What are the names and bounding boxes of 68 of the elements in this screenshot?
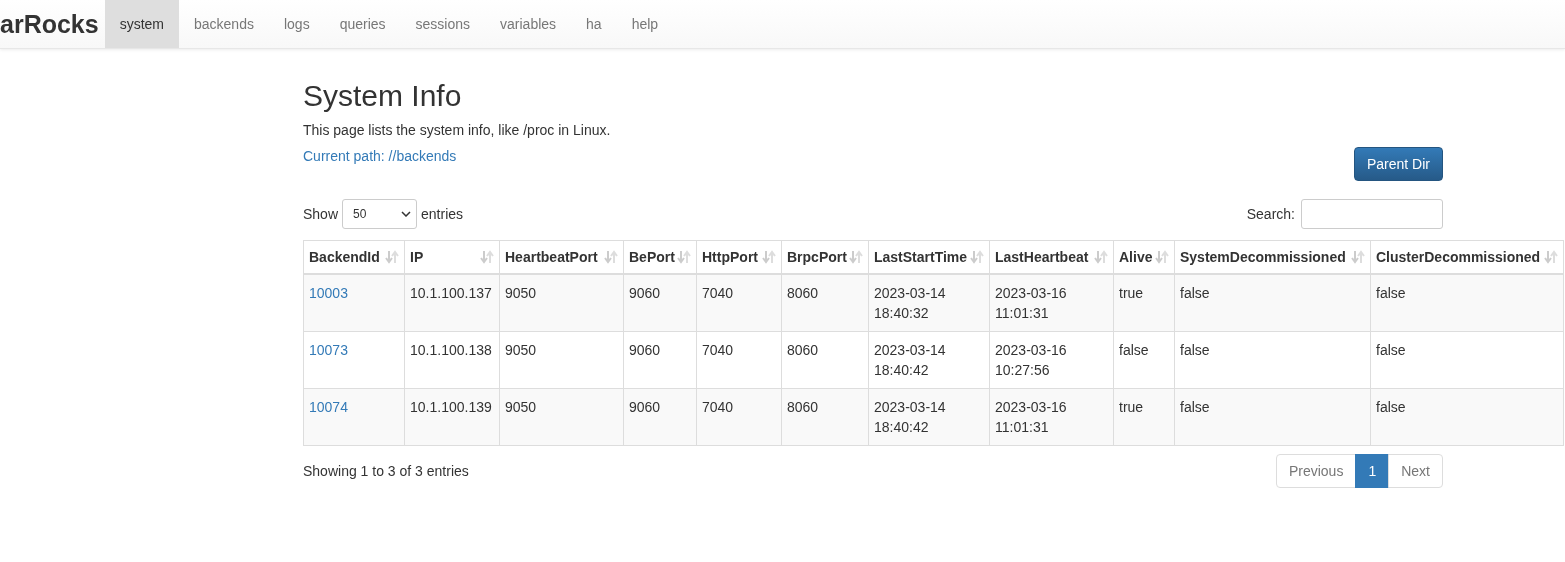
- nav-tab[interactable]: system: [104, 0, 179, 48]
- search-field[interactable]: [1301, 199, 1443, 229]
- chevron-icon: [401, 211, 412, 217]
- table-cell: 10.1.100.137: [410, 285, 492, 301]
- table-cell: 2023-03-14 18:40:42: [874, 399, 946, 435]
- nav-tab[interactable]: logs: [268, 0, 325, 48]
- entries-label: entries: [421, 206, 464, 222]
- table-cell: false: [1180, 342, 1210, 358]
- table-cell: 2023-03-14 18:40:42: [874, 342, 946, 378]
- table-cell: 7040: [702, 342, 734, 358]
- sort-icon: [1351, 250, 1365, 264]
- table-cell: false: [1376, 399, 1406, 415]
- nav-tab[interactable]: variables: [485, 0, 572, 48]
- nav-tab[interactable]: sessions: [400, 0, 486, 48]
- nav-tab[interactable]: queries: [324, 0, 401, 48]
- sort-icon: [480, 250, 494, 264]
- table-cell: false: [1376, 342, 1406, 358]
- table-cell: false: [1180, 285, 1210, 301]
- nav-tab[interactable]: backends: [179, 0, 269, 48]
- table-cell: 2023-03-16 10:27:56: [995, 342, 1067, 378]
- brand-logo[interactable]: arRocks: [0, 0, 105, 48]
- table-cell: false: [1119, 342, 1149, 358]
- table-cell: 9050: [505, 342, 537, 358]
- entries-info: Showing 1 to 3 of 3 entries: [303, 463, 469, 479]
- column-header[interactable]: IP: [410, 249, 424, 265]
- backend-id-link[interactable]: 10003: [309, 285, 348, 301]
- table-cell: 8060: [787, 399, 819, 415]
- table-cell: true: [1119, 285, 1144, 301]
- sort-icon: [677, 250, 691, 264]
- page-title: System Info: [303, 79, 463, 112]
- entries-select[interactable]: 50: [342, 199, 418, 229]
- sort-icon: [1155, 250, 1169, 264]
- table-cell: 2023-03-14 18:40:32: [874, 285, 946, 321]
- table-cell: 8060: [787, 285, 819, 301]
- table-cell: 7040: [702, 285, 734, 301]
- nav-tab[interactable]: help: [616, 0, 674, 48]
- pagination-button[interactable]: 1: [1355, 454, 1390, 488]
- page-description: This page lists the system info, like /proc in Linux.: [303, 122, 612, 138]
- table-cell: false: [1180, 399, 1210, 415]
- pagination-button[interactable]: Next: [1388, 454, 1443, 488]
- table-cell: 2023-03-16 11:01:31: [995, 285, 1067, 321]
- backend-id-link[interactable]: 10074: [309, 399, 348, 415]
- table-cell: 8060: [787, 342, 819, 358]
- sort-icon: [970, 250, 984, 264]
- sort-icon: [849, 250, 863, 264]
- table-cell: true: [1119, 399, 1144, 415]
- sort-icon: [1094, 250, 1108, 264]
- table-cell: false: [1376, 285, 1406, 301]
- table-cell: 9050: [505, 285, 537, 301]
- parent-dir-button[interactable]: Parent Dir: [1353, 147, 1443, 181]
- sort-icon: [1544, 250, 1558, 264]
- table-cell: 9060: [629, 399, 661, 415]
- table-cell: 10.1.100.138: [410, 342, 492, 358]
- table-cell: 9050: [505, 399, 537, 415]
- table-cell: 7040: [702, 399, 734, 415]
- pagination-button[interactable]: Previous: [1275, 454, 1357, 488]
- backend-id-link[interactable]: 10073: [309, 342, 348, 358]
- sort-icon: [385, 250, 399, 264]
- search-label: Search:: [1246, 206, 1295, 222]
- show-label: Show: [303, 206, 339, 222]
- nav-tab[interactable]: ha: [571, 0, 617, 48]
- sort-icon: [604, 250, 618, 264]
- sort-icon: [762, 250, 776, 264]
- current-path-link[interactable]: Current path: //backends: [303, 148, 457, 164]
- table-cell: 2023-03-16 11:01:31: [995, 399, 1067, 435]
- table-cell: 9060: [629, 342, 661, 358]
- table-cell: 9060: [629, 285, 661, 301]
- table-cell: 10.1.100.139: [410, 399, 492, 415]
